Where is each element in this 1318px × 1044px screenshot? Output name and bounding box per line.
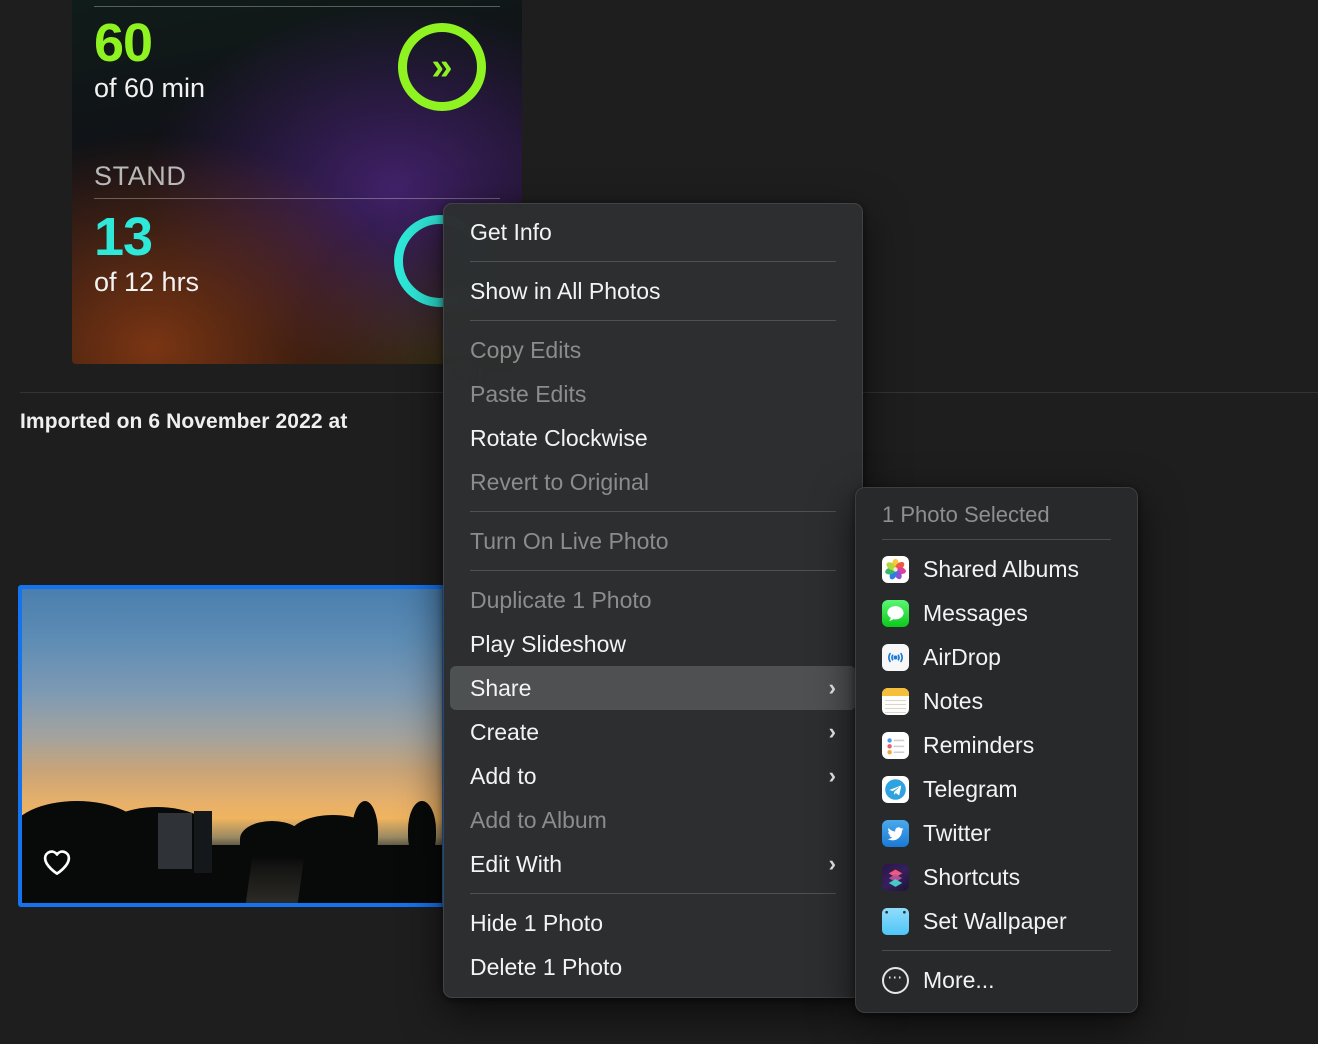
menu-separator <box>470 511 836 512</box>
menu-item-label: Duplicate 1 Photo <box>470 586 652 613</box>
divider <box>882 950 1111 951</box>
menu-item-label: Create <box>470 718 540 745</box>
share-item-twitter[interactable]: Twitter <box>864 811 1129 855</box>
chevron-right-icon: › <box>828 719 836 744</box>
share-submenu[interactable]: 1 Photo Selected Shared Albums Messages Ai… <box>855 487 1138 1013</box>
menu-separator <box>470 261 836 262</box>
menu-item-label: Copy Edits <box>470 336 582 363</box>
menu-item-label: Hide 1 Photo <box>470 909 603 936</box>
menu-item-label: Get Info <box>470 218 552 245</box>
share-item-notes[interactable]: Notes <box>864 679 1129 723</box>
photos-app-window: EXERCISE 60 of 60 min » STAND 13 of 12 h… <box>0 0 1318 1044</box>
share-item-label: More... <box>923 966 995 993</box>
share-item-label: Telegram <box>923 775 1018 802</box>
share-item-label: AirDrop <box>923 643 1001 670</box>
stand-ring-label: STAND <box>94 161 187 191</box>
menu-item-edit-with[interactable]: Edit With › <box>450 842 856 886</box>
menu-item-share[interactable]: Share › <box>450 666 856 710</box>
heart-icon[interactable] <box>40 845 74 879</box>
menu-item-delete-1-photo[interactable]: Delete 1 Photo <box>450 945 856 989</box>
menu-item-label: Revert to Original <box>470 468 649 495</box>
menu-separator <box>470 570 836 571</box>
chevron-right-icon: › <box>828 763 836 788</box>
shortcuts-app-icon <box>882 863 909 891</box>
menu-item-hide-1-photo[interactable]: Hide 1 Photo <box>450 901 856 945</box>
share-item-reminders[interactable]: Reminders <box>864 723 1129 767</box>
ellipsis-circle-icon: ⋯ <box>882 966 909 994</box>
menu-item-label: Show in All Photos <box>470 277 661 304</box>
menu-item-label: Paste Edits <box>470 380 587 407</box>
photos-app-icon <box>882 555 909 583</box>
share-item-shortcuts[interactable]: Shortcuts <box>864 855 1129 899</box>
photo-path <box>245 857 305 903</box>
share-item-airdrop[interactable]: AirDrop <box>864 635 1129 679</box>
photo-building <box>158 813 192 869</box>
photo-palm <box>352 801 378 863</box>
sunset-photo-thumbnail[interactable] <box>18 585 446 907</box>
messages-app-icon <box>882 599 909 627</box>
share-item-label: Notes <box>923 687 984 714</box>
menu-item-revert-to-original: Revert to Original <box>450 460 856 504</box>
imported-on-header: Imported on 6 November 2022 at <box>20 410 348 433</box>
menu-item-add-to-album: Add to Album <box>450 798 856 842</box>
stand-block: 13 of 12 hrs <box>94 199 500 349</box>
wallpaper-icon <box>882 907 909 935</box>
menu-item-play-slideshow[interactable]: Play Slideshow <box>450 622 856 666</box>
chevron-right-icon: › <box>828 851 836 876</box>
share-item-messages[interactable]: Messages <box>864 591 1129 635</box>
telegram-app-icon <box>882 775 909 803</box>
menu-item-paste-edits: Paste Edits <box>450 372 856 416</box>
menu-item-label: Rotate Clockwise <box>470 424 648 451</box>
menu-item-label: Play Slideshow <box>470 630 626 657</box>
menu-item-get-info[interactable]: Get Info <box>450 210 856 254</box>
photo-building <box>194 811 212 873</box>
share-submenu-title: 1 Photo Selected <box>882 502 1050 527</box>
share-item-more[interactable]: ⋯ More... <box>864 958 1129 1002</box>
menu-item-label: Edit With <box>470 850 563 877</box>
share-item-shared-albums[interactable]: Shared Albums <box>864 547 1129 591</box>
exercise-block: 60 of 60 min » <box>94 7 500 159</box>
menu-item-create[interactable]: Create › <box>450 710 856 754</box>
menu-item-label: Add to Album <box>470 806 607 833</box>
share-item-label: Messages <box>923 599 1028 626</box>
photo-palm <box>408 801 436 859</box>
menu-item-label: Share <box>470 674 532 701</box>
menu-item-label: Add to <box>470 762 537 789</box>
share-item-label: Shortcuts <box>923 863 1021 890</box>
share-item-label: Twitter <box>923 819 991 846</box>
photo-context-menu[interactable]: Get Info Show in All Photos Copy Edits Past… <box>443 203 863 998</box>
menu-separator <box>470 893 836 894</box>
menu-item-turn-on-live-photo: Turn On Live Photo <box>450 519 856 563</box>
twitter-app-icon <box>882 819 909 847</box>
menu-item-duplicate-1-photo: Duplicate 1 Photo <box>450 578 856 622</box>
divider <box>882 539 1111 540</box>
share-item-label: Shared Albums <box>923 555 1079 582</box>
menu-item-show-in-all-photos[interactable]: Show in All Photos <box>450 269 856 313</box>
share-item-telegram[interactable]: Telegram <box>864 767 1129 811</box>
menu-item-label: Delete 1 Photo <box>470 953 623 980</box>
chevron-right-icon: › <box>828 675 836 700</box>
menu-item-add-to[interactable]: Add to › <box>450 754 856 798</box>
airdrop-icon <box>882 643 909 671</box>
exercise-ring-icon: » <box>398 23 486 111</box>
share-item-set-wallpaper[interactable]: Set Wallpaper <box>864 899 1129 943</box>
reminders-app-icon <box>882 731 909 759</box>
share-item-label: Set Wallpaper <box>923 907 1067 934</box>
menu-separator <box>470 320 836 321</box>
notes-app-icon <box>882 687 909 715</box>
menu-item-copy-edits: Copy Edits <box>450 328 856 372</box>
menu-item-rotate-clockwise[interactable]: Rotate Clockwise <box>450 416 856 460</box>
share-item-label: Reminders <box>923 731 1035 758</box>
menu-item-label: Turn On Live Photo <box>470 527 669 554</box>
